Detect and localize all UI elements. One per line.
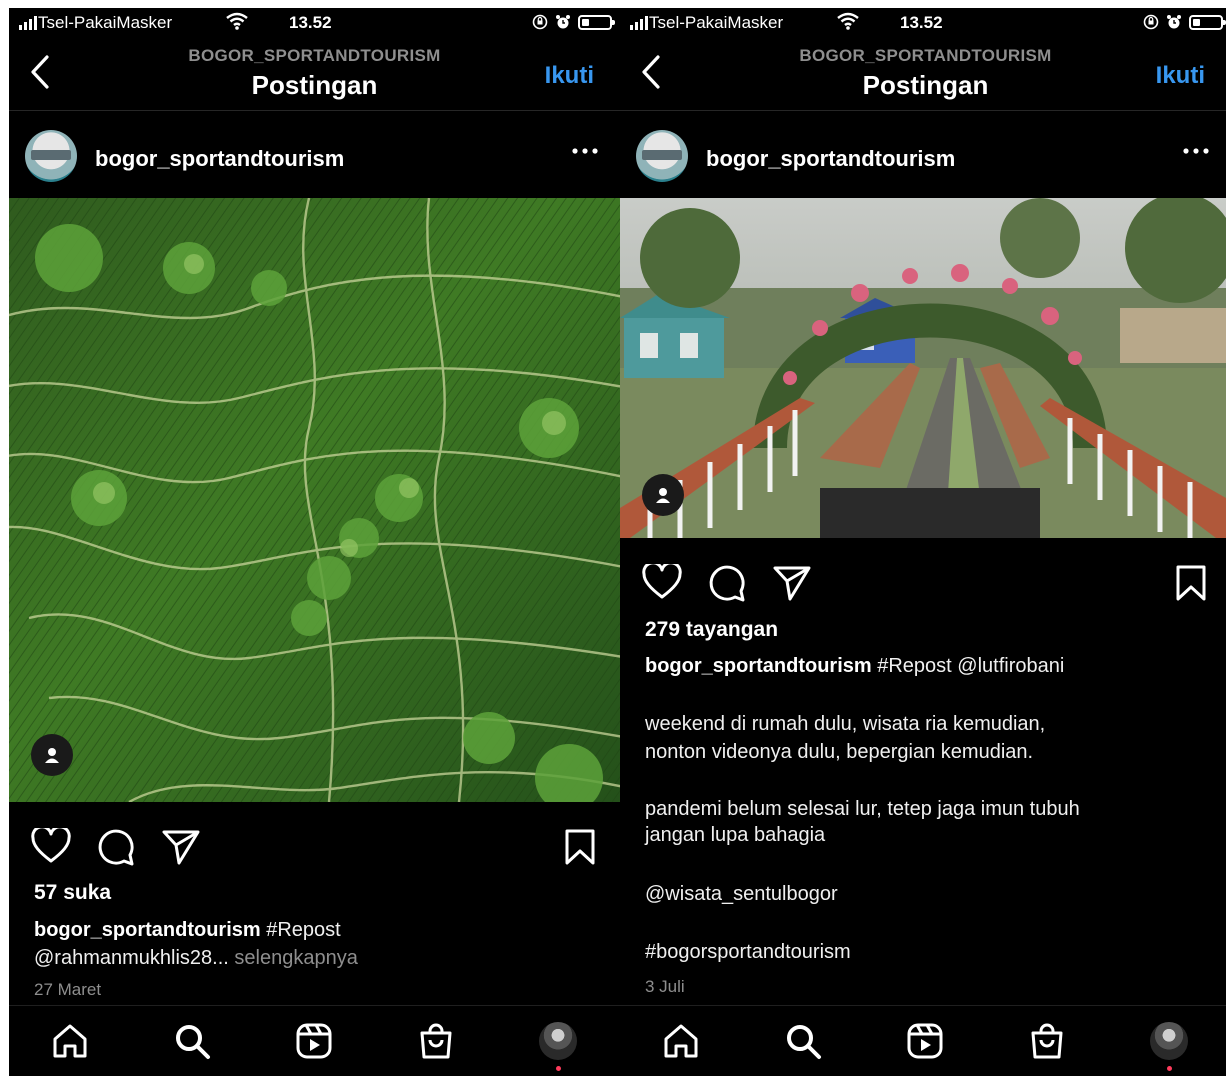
caption-line: weekend di rumah dulu, wisata ria kemudi… <box>645 713 1046 735</box>
post-date: 3 Juli <box>645 977 685 996</box>
bottom-tab-bar <box>620 1005 1226 1076</box>
heart-icon[interactable] <box>642 564 682 600</box>
post-header: bogor_sportandtourism <box>620 120 1226 198</box>
post-username[interactable]: bogor_sportandtourism <box>706 146 955 172</box>
caption-line: jangan lupa bahagia <box>645 824 826 846</box>
send-icon[interactable] <box>772 564 812 602</box>
follow-button[interactable]: Ikuti <box>1156 62 1205 90</box>
page-title: Postingan <box>251 70 378 100</box>
signal-icon <box>19 16 37 30</box>
notification-dot <box>556 1066 561 1071</box>
more-options-icon[interactable] <box>572 148 598 154</box>
caption-username[interactable]: bogor_sportandtourism <box>34 919 261 941</box>
post-action-bar <box>9 816 620 876</box>
phone-screen-right: Tsel-PakaiMasker 13.52 BOGOR_SPORTANDTOU… <box>620 8 1226 1076</box>
status-bar: Tsel-PakaiMasker 13.52 <box>620 8 1226 40</box>
reels-icon[interactable] <box>295 1022 333 1060</box>
phone-screen-left: Tsel-PakaiMasker 13.52 BOGOR_SPORTANDTOU… <box>9 8 620 1076</box>
caption-username[interactable]: bogor_sportandtourism <box>645 655 872 677</box>
post-video-garden-bridge[interactable] <box>620 198 1226 538</box>
search-icon[interactable] <box>784 1022 822 1060</box>
bookmark-icon[interactable] <box>1175 564 1207 602</box>
caption-hashtag[interactable]: #bogorsportandtourism <box>645 938 1201 966</box>
home-icon[interactable] <box>662 1022 700 1060</box>
send-icon[interactable] <box>161 828 201 866</box>
caption-text[interactable]: #Repost @lutfirobani <box>877 655 1064 677</box>
account-avatar[interactable] <box>25 130 77 182</box>
post-caption: bogor_sportandtourism #Repost @lutfiroba… <box>645 652 1201 680</box>
caption-text[interactable]: #Repost <box>266 919 341 941</box>
post-date: 27 Maret <box>34 980 102 999</box>
orientation-lock-icon <box>532 14 548 30</box>
profile-avatar[interactable] <box>1150 1022 1188 1060</box>
home-icon[interactable] <box>51 1022 89 1060</box>
search-icon[interactable] <box>173 1022 211 1060</box>
signal-icon <box>630 16 648 30</box>
shop-icon[interactable] <box>1028 1022 1066 1060</box>
like-count[interactable]: 57 suka <box>34 881 111 905</box>
post-photo-rice-terraces[interactable] <box>9 198 620 802</box>
carrier-name: Tsel-PakaiMasker <box>38 13 173 32</box>
caption-line: pandemi belum selesai lur, tetep jaga im… <box>645 798 1080 820</box>
post-caption: bogor_sportandtourism #Repost @rahmanmuk… <box>34 916 590 972</box>
tagged-person-icon[interactable] <box>31 734 73 776</box>
battery-icon <box>1189 14 1226 30</box>
caption-paragraph: weekend di rumah dulu, wisata ria kemudi… <box>645 710 1201 766</box>
bookmark-icon[interactable] <box>564 828 596 866</box>
rice-terrace-image <box>9 198 620 802</box>
wifi-icon <box>226 12 248 30</box>
comment-icon[interactable] <box>708 564 746 602</box>
comment-icon[interactable] <box>97 828 135 866</box>
caption-paragraph: pandemi belum selesai lur, tetep jaga im… <box>645 796 1201 848</box>
status-time: 13.52 <box>900 13 943 32</box>
bottom-tab-bar <box>9 1005 620 1076</box>
post-action-bar <box>620 552 1226 612</box>
garden-bridge-video-frame <box>620 198 1226 538</box>
heart-icon[interactable] <box>31 828 71 864</box>
post-username[interactable]: bogor_sportandtourism <box>95 146 344 172</box>
nav-account-subtitle: BOGOR_SPORTANDTOURISM <box>799 46 1052 65</box>
wifi-icon <box>837 12 859 30</box>
caption-mention[interactable]: @rahmanmukhlis28... <box>34 947 229 969</box>
nav-account-subtitle: BOGOR_SPORTANDTOURISM <box>188 46 441 65</box>
notification-dot <box>1167 1066 1172 1071</box>
battery-icon <box>578 14 615 30</box>
reels-icon[interactable] <box>906 1022 944 1060</box>
orientation-lock-icon <box>1143 14 1159 30</box>
caption-mention[interactable]: @wisata_sentulbogor <box>645 880 1201 908</box>
alarm-icon <box>556 15 570 29</box>
tagged-person-icon[interactable] <box>642 474 684 516</box>
more-options-icon[interactable] <box>1183 148 1209 154</box>
top-nav-bar: BOGOR_SPORTANDTOURISM Postingan Ikuti <box>620 40 1226 111</box>
shop-icon[interactable] <box>417 1022 455 1060</box>
profile-avatar[interactable] <box>539 1022 577 1060</box>
carrier-name: Tsel-PakaiMasker <box>649 13 784 32</box>
account-avatar[interactable] <box>636 130 688 182</box>
status-bar: Tsel-PakaiMasker 13.52 <box>9 8 620 40</box>
view-count[interactable]: 279 tayangan <box>645 618 778 642</box>
alarm-icon <box>1167 15 1181 29</box>
post-header: bogor_sportandtourism <box>9 120 620 198</box>
show-more-link[interactable]: selengkapnya <box>234 947 357 969</box>
top-nav-bar: BOGOR_SPORTANDTOURISM Postingan Ikuti <box>9 40 620 111</box>
page-title: Postingan <box>862 70 989 100</box>
follow-button[interactable]: Ikuti <box>545 62 594 90</box>
caption-line: nonton videonya dulu, bepergian kemudian… <box>645 741 1034 763</box>
status-time: 13.52 <box>289 13 332 32</box>
